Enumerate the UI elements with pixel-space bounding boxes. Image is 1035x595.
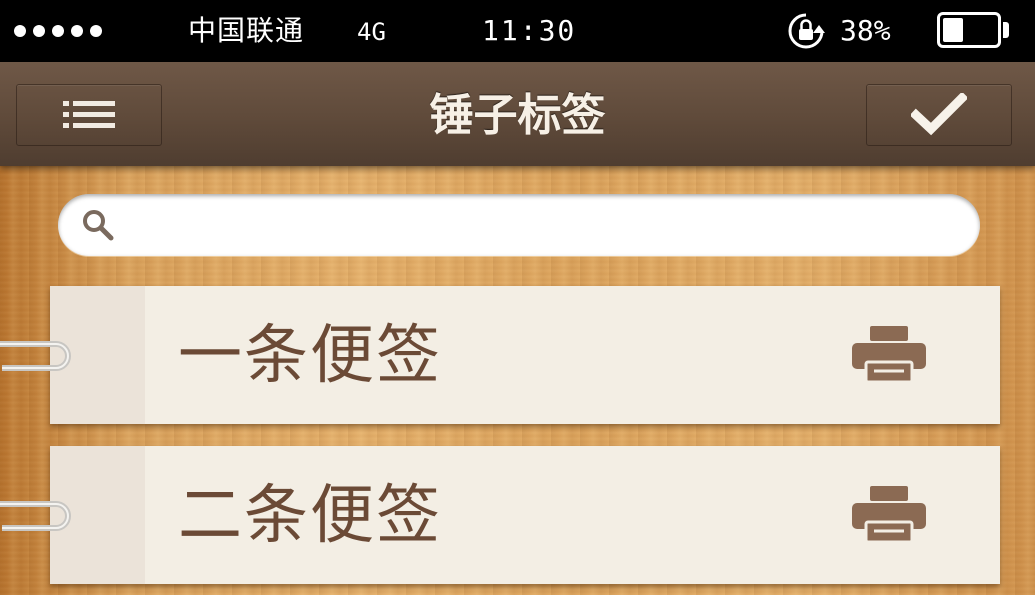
note-card[interactable]: 一条便签 — [50, 286, 1000, 424]
nav-bar: 锤子标签 — [0, 62, 1035, 166]
search-input[interactable] — [128, 200, 962, 252]
carrier-label: 中国联通 — [188, 14, 305, 47]
note-title: 一条便签 — [178, 319, 442, 393]
status-bar: 中国联通 4G 11:30 38% — [0, 0, 1035, 62]
note-title: 二条便签 — [178, 479, 442, 553]
battery-percent: 38% — [840, 14, 891, 47]
paper-clip-icon — [0, 501, 71, 531]
battery-tip — [1003, 22, 1009, 38]
battery-icon — [937, 12, 1001, 48]
screen: 中国联通 4G 11:30 38% 锤子标签 一条便签 二条便签 — [0, 0, 1035, 595]
printer-icon[interactable] — [850, 484, 928, 544]
page-title: 锤子标签 — [429, 90, 606, 141]
search-icon — [83, 210, 114, 241]
rotation-lock-icon — [788, 13, 825, 49]
network-type: 4G — [357, 18, 386, 46]
paper-clip-icon — [0, 341, 71, 371]
clock: 11:30 — [482, 14, 577, 47]
note-card[interactable]: 二条便签 — [50, 446, 1000, 584]
battery-fill — [943, 18, 963, 42]
signal-dots-icon — [14, 25, 102, 37]
printer-icon[interactable] — [850, 324, 928, 384]
